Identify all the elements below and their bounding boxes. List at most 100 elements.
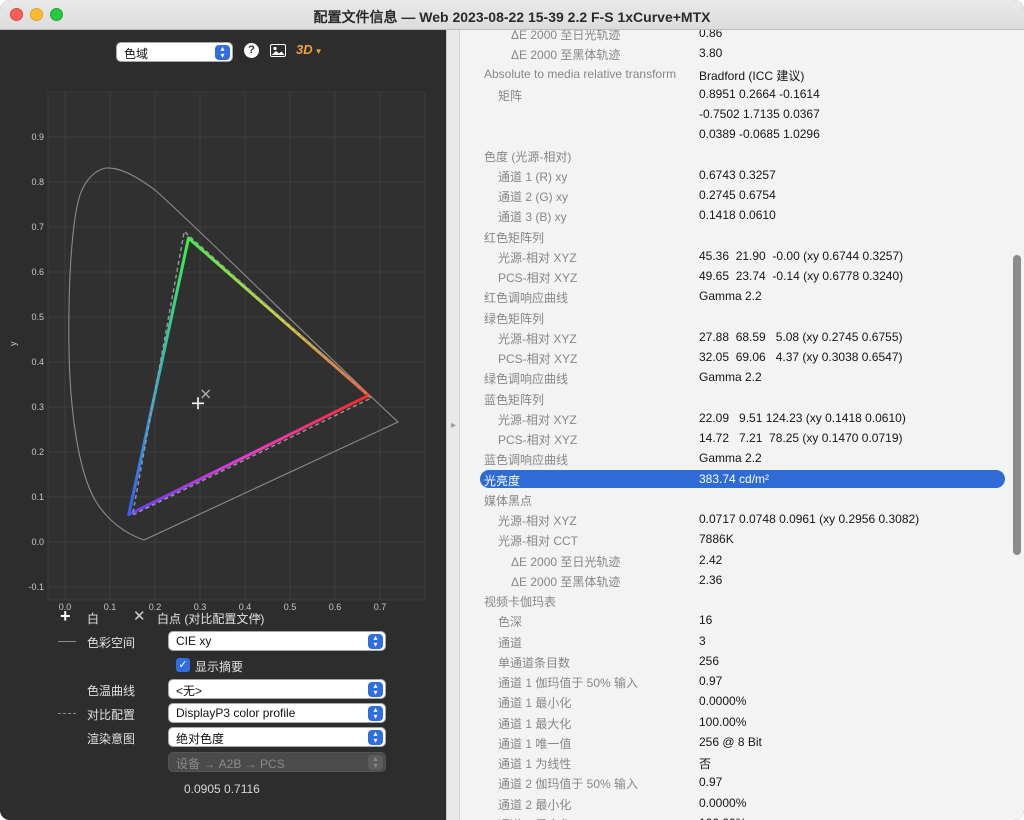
info-row-value: 否 — [699, 757, 712, 771]
info-row[interactable]: 通道 1 伽玛值于 50% 输入 0.97 — [460, 671, 1024, 691]
3d-label: 3D — [296, 42, 313, 57]
info-row[interactable]: 蓝色调响应曲线 Gamma 2.2 — [460, 448, 1024, 468]
rendering-intent-value: 绝对色度 — [176, 732, 225, 746]
info-row[interactable]: 绿色矩阵列 — [460, 307, 1024, 327]
info-row-value: 7886K — [699, 532, 734, 547]
info-row[interactable]: 单通道条目数 256 — [460, 651, 1024, 671]
rendering-intent-select[interactable]: 绝对色度 ▴ ▾ — [168, 727, 386, 747]
chevron-updown-icon: ▴ ▾ — [368, 634, 383, 649]
info-row[interactable]: ΔE 2000 至日光轨迹 2.42 — [460, 550, 1024, 570]
info-row[interactable]: 红色矩阵列 — [460, 226, 1024, 246]
info-row[interactable]: ΔE 2000 至日光轨迹 0.86 — [460, 30, 1024, 43]
info-row-label: Absolute to media relative transform — [484, 66, 677, 81]
info-row[interactable]: 蓝色矩阵列 — [460, 388, 1024, 408]
info-row[interactable]: 通道 3 — [460, 631, 1024, 651]
cursor-coordinate-readout: 0.0905 0.7116 — [184, 782, 260, 796]
info-row-label: 媒体黑点 — [484, 493, 533, 508]
help-icon[interactable]: ? — [244, 43, 259, 58]
info-row-value: 2.36 — [699, 572, 723, 587]
x-tick-label: 0.1 — [104, 602, 117, 612]
info-row-label: PCS-相对 XYZ — [498, 352, 578, 366]
info-row[interactable]: ΔE 2000 至黑体轨迹 3.80 — [460, 43, 1024, 63]
color-space-label: 色彩空间 — [87, 636, 136, 650]
info-row-label: 光源-相对 XYZ — [498, 412, 577, 427]
info-row[interactable]: 通道 1 (R) xy 0.6743 0.3257 — [460, 165, 1024, 185]
info-row[interactable]: 通道 1 唯一值 256 @ 8 Bit — [460, 732, 1024, 752]
info-row[interactable]: PCS-相对 XYZ 49.65 23.74 -0.14 (xy 0.6778 0… — [460, 266, 1024, 286]
info-row[interactable]: 通道 2 (G) xy 0.2745 0.6754 — [460, 185, 1024, 205]
cct-curve-select[interactable]: <无> ▴ ▾ — [168, 679, 386, 699]
info-row-label: 通道 1 最大化 — [498, 716, 572, 731]
info-row-value: 3.80 — [699, 46, 723, 61]
info-row-label: 通道 2 最大化 — [498, 816, 571, 820]
info-row[interactable]: 光源-相对 XYZ 0.0717 0.0748 0.0961 (xy 0.2956… — [460, 509, 1024, 529]
info-row[interactable]: 通道 3 (B) xy 0.1418 0.0610 — [460, 205, 1024, 225]
info-row-value: 0.1418 0.0610 — [699, 208, 776, 223]
info-row[interactable]: Absolute to media relative transform Brad… — [460, 64, 1024, 84]
info-row[interactable]: 红色调响应曲线 Gamma 2.2 — [460, 286, 1024, 306]
compare-profile-select[interactable]: DisplayP3 color profile ▴ ▾ — [168, 703, 386, 723]
image-icon[interactable] — [270, 44, 286, 60]
3d-view-button[interactable]: 3D ▼ — [296, 42, 323, 58]
view-select-value: 色域 — [124, 47, 149, 61]
info-row[interactable]: 媒体黑点 — [460, 489, 1024, 509]
info-row-label: 通道 2 (G) xy — [498, 190, 569, 204]
info-row-value: 0.0000% — [699, 694, 747, 709]
show-summary-checkbox[interactable]: ✓ — [176, 658, 190, 672]
info-row[interactable]: PCS-相对 XYZ 14.72 7.21 78.25 (xy 0.1470 0.… — [460, 428, 1024, 448]
y-tick-label: 0.5 — [31, 312, 44, 322]
dashed-line-icon — [58, 713, 76, 714]
info-row-label: 色深 — [498, 615, 523, 630]
info-row-label: 光亮度 — [484, 473, 521, 488]
chevron-updown-icon: ▴ ▾ — [215, 45, 230, 60]
info-row[interactable]: 0.0389 -0.0685 1.0296 — [460, 124, 1024, 144]
info-row[interactable]: 光源-相对 XYZ 45.36 21.90 -0.00 (xy 0.6744 0.… — [460, 246, 1024, 266]
y-tick-label: 0.0 — [31, 537, 44, 547]
profile-info-window: 配置文件信息 — Web 2023-08-22 15-39 2.2 F-S 1x… — [0, 0, 1024, 820]
info-row[interactable]: -0.7502 1.7135 0.0367 — [460, 104, 1024, 124]
info-row-label: 矩阵 — [498, 88, 523, 103]
info-row-value: 0.0000% — [699, 795, 747, 810]
info-row-value: 0.86 — [699, 30, 723, 40]
split-view-divider[interactable]: ▸ — [446, 30, 460, 820]
cie-xy-chart[interactable]: 0.0 0.1 0.2 0.3 0.4 0.5 0.6 0.7-0.10.00.10.20.3… — [0, 80, 446, 640]
info-row-value: 16 — [699, 613, 713, 628]
info-row[interactable]: 光源-相对 XYZ 22.09 9.51 124.23 (xy 0.1418 0.… — [460, 408, 1024, 428]
info-row[interactable]: 视频卡伽玛表 — [460, 590, 1024, 610]
y-tick-label: -0.1 — [28, 582, 44, 592]
info-row[interactable]: 通道 2 伽玛值于 50% 输入 0.97 — [460, 772, 1024, 792]
info-row-label: 视频卡伽玛表 — [484, 595, 557, 609]
y-tick-label: 0.9 — [31, 132, 44, 142]
info-row-value: 0.8951 0.2664 -0.1614 — [699, 86, 820, 101]
info-row-label: 蓝色矩阵列 — [484, 392, 545, 407]
info-row[interactable]: ΔE 2000 至黑体轨迹 2.36 — [460, 570, 1024, 590]
info-row[interactable]: PCS-相对 XYZ 32.05 69.06 4.37 (xy 0.3038 0.… — [460, 347, 1024, 367]
info-row-value: 27.88 68.59 5.08 (xy 0.2745 0.6755) — [699, 329, 903, 344]
info-row[interactable]: 色深 16 — [460, 610, 1024, 630]
y-tick-label: 0.2 — [31, 447, 44, 457]
profile-info-list[interactable]: ΔE 2000 至日光轨迹 0.86 ΔE 2000 至黑体轨迹 3.80 Absolu… — [460, 30, 1024, 820]
info-row-label: ΔE 2000 至黑体轨迹 — [511, 574, 621, 589]
vertical-scrollbar[interactable] — [1013, 255, 1021, 555]
info-row[interactable]: 通道 1 为线性 否 — [460, 752, 1024, 772]
info-row-value: Gamma 2.2 — [699, 451, 762, 466]
info-row-value: 45.36 21.90 -0.00 (xy 0.6744 0.3257) — [699, 248, 904, 263]
info-row[interactable]: 光源-相对 XYZ 27.88 68.59 5.08 (xy 0.2745 0.6… — [460, 327, 1024, 347]
info-row[interactable]: 通道 1 最大化 100.00% — [460, 712, 1024, 732]
info-row-label: ΔE 2000 至日光轨迹 — [511, 30, 621, 42]
cct-curve-label: 色温曲线 — [87, 684, 136, 698]
info-row[interactable]: 色度 (光源-相对) — [460, 145, 1024, 165]
info-row[interactable]: 通道 2 最小化 0.0000% — [460, 793, 1024, 813]
title-bar: 配置文件信息 — Web 2023-08-22 15-39 2.2 F-S 1x… — [0, 0, 1024, 30]
info-row[interactable]: 光亮度 383.74 cd/m² — [460, 469, 1024, 489]
info-row[interactable]: 光源-相对 CCT 7886K — [460, 529, 1024, 549]
color-space-select[interactable]: CIE xy ▴ ▾ — [168, 631, 386, 651]
info-row[interactable]: 通道 1 最小化 0.0000% — [460, 691, 1024, 711]
view-select[interactable]: 色域 ▴ ▾ — [116, 42, 233, 62]
info-row-label: 通道 1 为线性 — [498, 757, 572, 771]
info-row[interactable]: 通道 2 最大化 100.00% — [460, 813, 1024, 820]
info-row[interactable]: 矩阵 0.8951 0.2664 -0.1614 — [460, 84, 1024, 104]
info-row[interactable]: 绿色调响应曲线 Gamma 2.2 — [460, 367, 1024, 387]
chevron-updown-icon: ▴ ▾ — [368, 706, 383, 721]
x-tick-label: 0.5 — [284, 602, 297, 612]
